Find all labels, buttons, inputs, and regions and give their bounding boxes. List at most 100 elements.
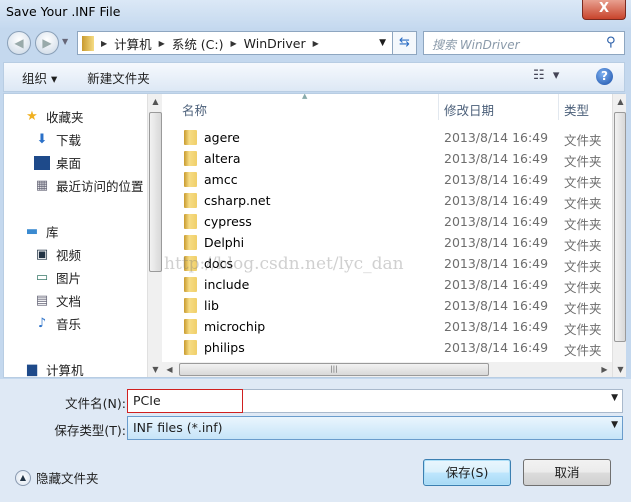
nav-music[interactable]: ♪ 音乐 <box>34 314 81 333</box>
nav-label: 计算机 <box>46 363 84 378</box>
filename-label: 文件名(N): <box>65 396 126 411</box>
file-type-select[interactable]: INF files (*.inf) ▼ <box>127 416 623 440</box>
file-type: 文件夹 <box>564 280 602 295</box>
watermark: http://blog.csdn.net/lyc_dan <box>164 254 404 274</box>
search-icon[interactable]: ⚲ <box>606 35 616 50</box>
content-area: ★ 收藏夹 ⬇ 下载 桌面 ▦ 最近访问的位置 ▬ 库 ▣ 视频 ▭ 图片 ▤ 文档 ♪ 音乐 … <box>3 93 626 379</box>
nav-desktop[interactable]: 桌面 <box>34 153 81 172</box>
file-date: 2013/8/14 16:49 <box>444 193 549 208</box>
cancel-button[interactable]: 取消 <box>523 459 611 486</box>
scroll-up-arrow[interactable]: ▲ <box>148 94 163 109</box>
column-header-type[interactable]: 类型 <box>564 100 589 119</box>
breadcrumb-windriver[interactable]: WinDriver <box>244 36 306 51</box>
nav-videos[interactable]: ▣ 视频 <box>34 245 81 264</box>
file-type: 文件夹 <box>564 133 602 148</box>
downloads-icon: ⬇ <box>36 131 48 147</box>
file-date: 2013/8/14 16:49 <box>444 235 549 250</box>
file-date: 2013/8/14 16:49 <box>444 277 549 292</box>
file-name: csharp.net <box>204 193 271 208</box>
file-row[interactable]: lib 2013/8/14 16:49 文件夹 <box>182 296 612 316</box>
file-row[interactable]: philips 2013/8/14 16:49 文件夹 <box>182 338 612 358</box>
file-row[interactable]: microchip 2013/8/14 16:49 文件夹 <box>182 317 612 337</box>
nav-favorites[interactable]: ★ 收藏夹 <box>24 107 83 126</box>
file-name: amcc <box>204 172 238 187</box>
nav-label: 下载 <box>56 133 82 148</box>
folder-icon <box>184 214 197 229</box>
document-icon: ▤ <box>35 292 49 308</box>
nav-documents[interactable]: ▤ 文档 <box>34 291 81 310</box>
chevron-down-icon[interactable]: ▼ <box>611 420 618 430</box>
file-row[interactable]: agere 2013/8/14 16:49 文件夹 <box>182 128 612 148</box>
folder-icon <box>184 340 197 355</box>
new-folder-button[interactable]: 新建文件夹 <box>87 68 150 87</box>
nav-libraries[interactable]: ▬ 库 <box>24 222 59 241</box>
chevron-right-icon: ▶ <box>230 38 237 48</box>
recent-pages-dropdown[interactable]: ▼ <box>62 37 68 46</box>
scrollbar-thumb[interactable] <box>149 112 162 272</box>
nav-label: 音乐 <box>56 317 82 332</box>
file-row[interactable]: cypress 2013/8/14 16:49 文件夹 <box>182 212 612 232</box>
scroll-up-arrow[interactable]: ▲ <box>613 94 628 109</box>
folder-icon <box>184 193 197 208</box>
close-button[interactable]: X <box>582 0 626 20</box>
file-date: 2013/8/14 16:49 <box>444 298 549 313</box>
breadcrumb-computer[interactable]: 计算机 <box>114 34 152 53</box>
chevron-down-icon[interactable]: ▼ <box>611 393 618 403</box>
nav-pictures[interactable]: ▭ 图片 <box>34 268 81 287</box>
file-date: 2013/8/14 16:49 <box>444 319 549 334</box>
scroll-down-arrow[interactable]: ▼ <box>148 362 163 377</box>
highlight-box <box>127 389 243 413</box>
file-type: 文件夹 <box>564 343 602 358</box>
file-row[interactable]: altera 2013/8/14 16:49 文件夹 <box>182 149 612 169</box>
nav-recent-places[interactable]: ▦ 最近访问的位置 <box>34 176 144 195</box>
refresh-button[interactable]: ⇆ <box>393 31 417 55</box>
chevron-right-icon: ▶ <box>312 38 319 48</box>
scroll-down-arrow[interactable]: ▼ <box>613 362 628 377</box>
address-bar[interactable]: ▶ 计算机 ▶ 系统 (C:) ▶ WinDriver ▶ ▼ <box>77 31 393 55</box>
nav-downloads[interactable]: ⬇ 下载 <box>34 130 81 149</box>
folder-icon <box>184 319 197 334</box>
save-button[interactable]: 保存(S) <box>423 459 511 486</box>
folder-icon <box>184 298 197 313</box>
file-type: 文件夹 <box>564 259 602 274</box>
folder-icon <box>184 235 197 250</box>
scroll-right-arrow[interactable]: ▶ <box>597 362 612 377</box>
list-scrollbar[interactable]: ▲ ▼ <box>612 94 626 377</box>
chevron-right-icon: ▶ <box>101 38 108 48</box>
forward-button[interactable]: ▶ <box>35 31 59 55</box>
desktop-icon <box>34 155 50 170</box>
scrollbar-thumb[interactable]: ||| <box>179 363 489 376</box>
nav-computer[interactable]: ▆ 计算机 <box>24 360 84 379</box>
folder-icon <box>184 277 197 292</box>
help-icon[interactable]: ? <box>596 68 613 85</box>
file-date: 2013/8/14 16:49 <box>444 151 549 166</box>
address-dropdown[interactable]: ▼ <box>379 38 386 48</box>
nav-label: 最近访问的位置 <box>56 179 144 194</box>
breadcrumb-drive[interactable]: 系统 (C:) <box>172 34 224 53</box>
file-type: 文件夹 <box>564 175 602 190</box>
file-name: lib <box>204 298 219 313</box>
file-row[interactable]: include 2013/8/14 16:49 文件夹 <box>182 275 612 295</box>
nav-label: 视频 <box>56 248 82 263</box>
search-input[interactable]: 搜索 WinDriver <box>423 31 625 55</box>
file-row[interactable]: Delphi 2013/8/14 16:49 文件夹 <box>182 233 612 253</box>
file-row[interactable]: csharp.net 2013/8/14 16:49 文件夹 <box>182 191 612 211</box>
file-name: philips <box>204 340 245 355</box>
folder-icon <box>82 35 94 51</box>
file-name: Delphi <box>204 235 245 250</box>
nav-label: 文档 <box>56 294 82 309</box>
horizontal-scrollbar[interactable]: ◀ ||| ▶ <box>162 362 612 377</box>
file-name: include <box>204 277 250 292</box>
scroll-left-arrow[interactable]: ◀ <box>162 362 177 377</box>
back-button[interactable]: ◀ <box>7 31 31 55</box>
file-row[interactable]: amcc 2013/8/14 16:49 文件夹 <box>182 170 612 190</box>
nav-scrollbar[interactable]: ▲ ▼ <box>147 94 162 377</box>
column-header-date[interactable]: 修改日期 <box>444 100 494 119</box>
nav-label: 图片 <box>56 271 82 286</box>
view-options-button[interactable]: ☷ ▾ <box>533 68 559 83</box>
column-header-name[interactable]: 名称 <box>182 100 207 119</box>
hide-folders-button[interactable]: ▲ 隐藏文件夹 <box>15 468 99 487</box>
scrollbar-thumb[interactable] <box>614 112 626 342</box>
organize-button[interactable]: 组织 ▾ <box>22 68 57 87</box>
file-type: 文件夹 <box>564 322 602 337</box>
